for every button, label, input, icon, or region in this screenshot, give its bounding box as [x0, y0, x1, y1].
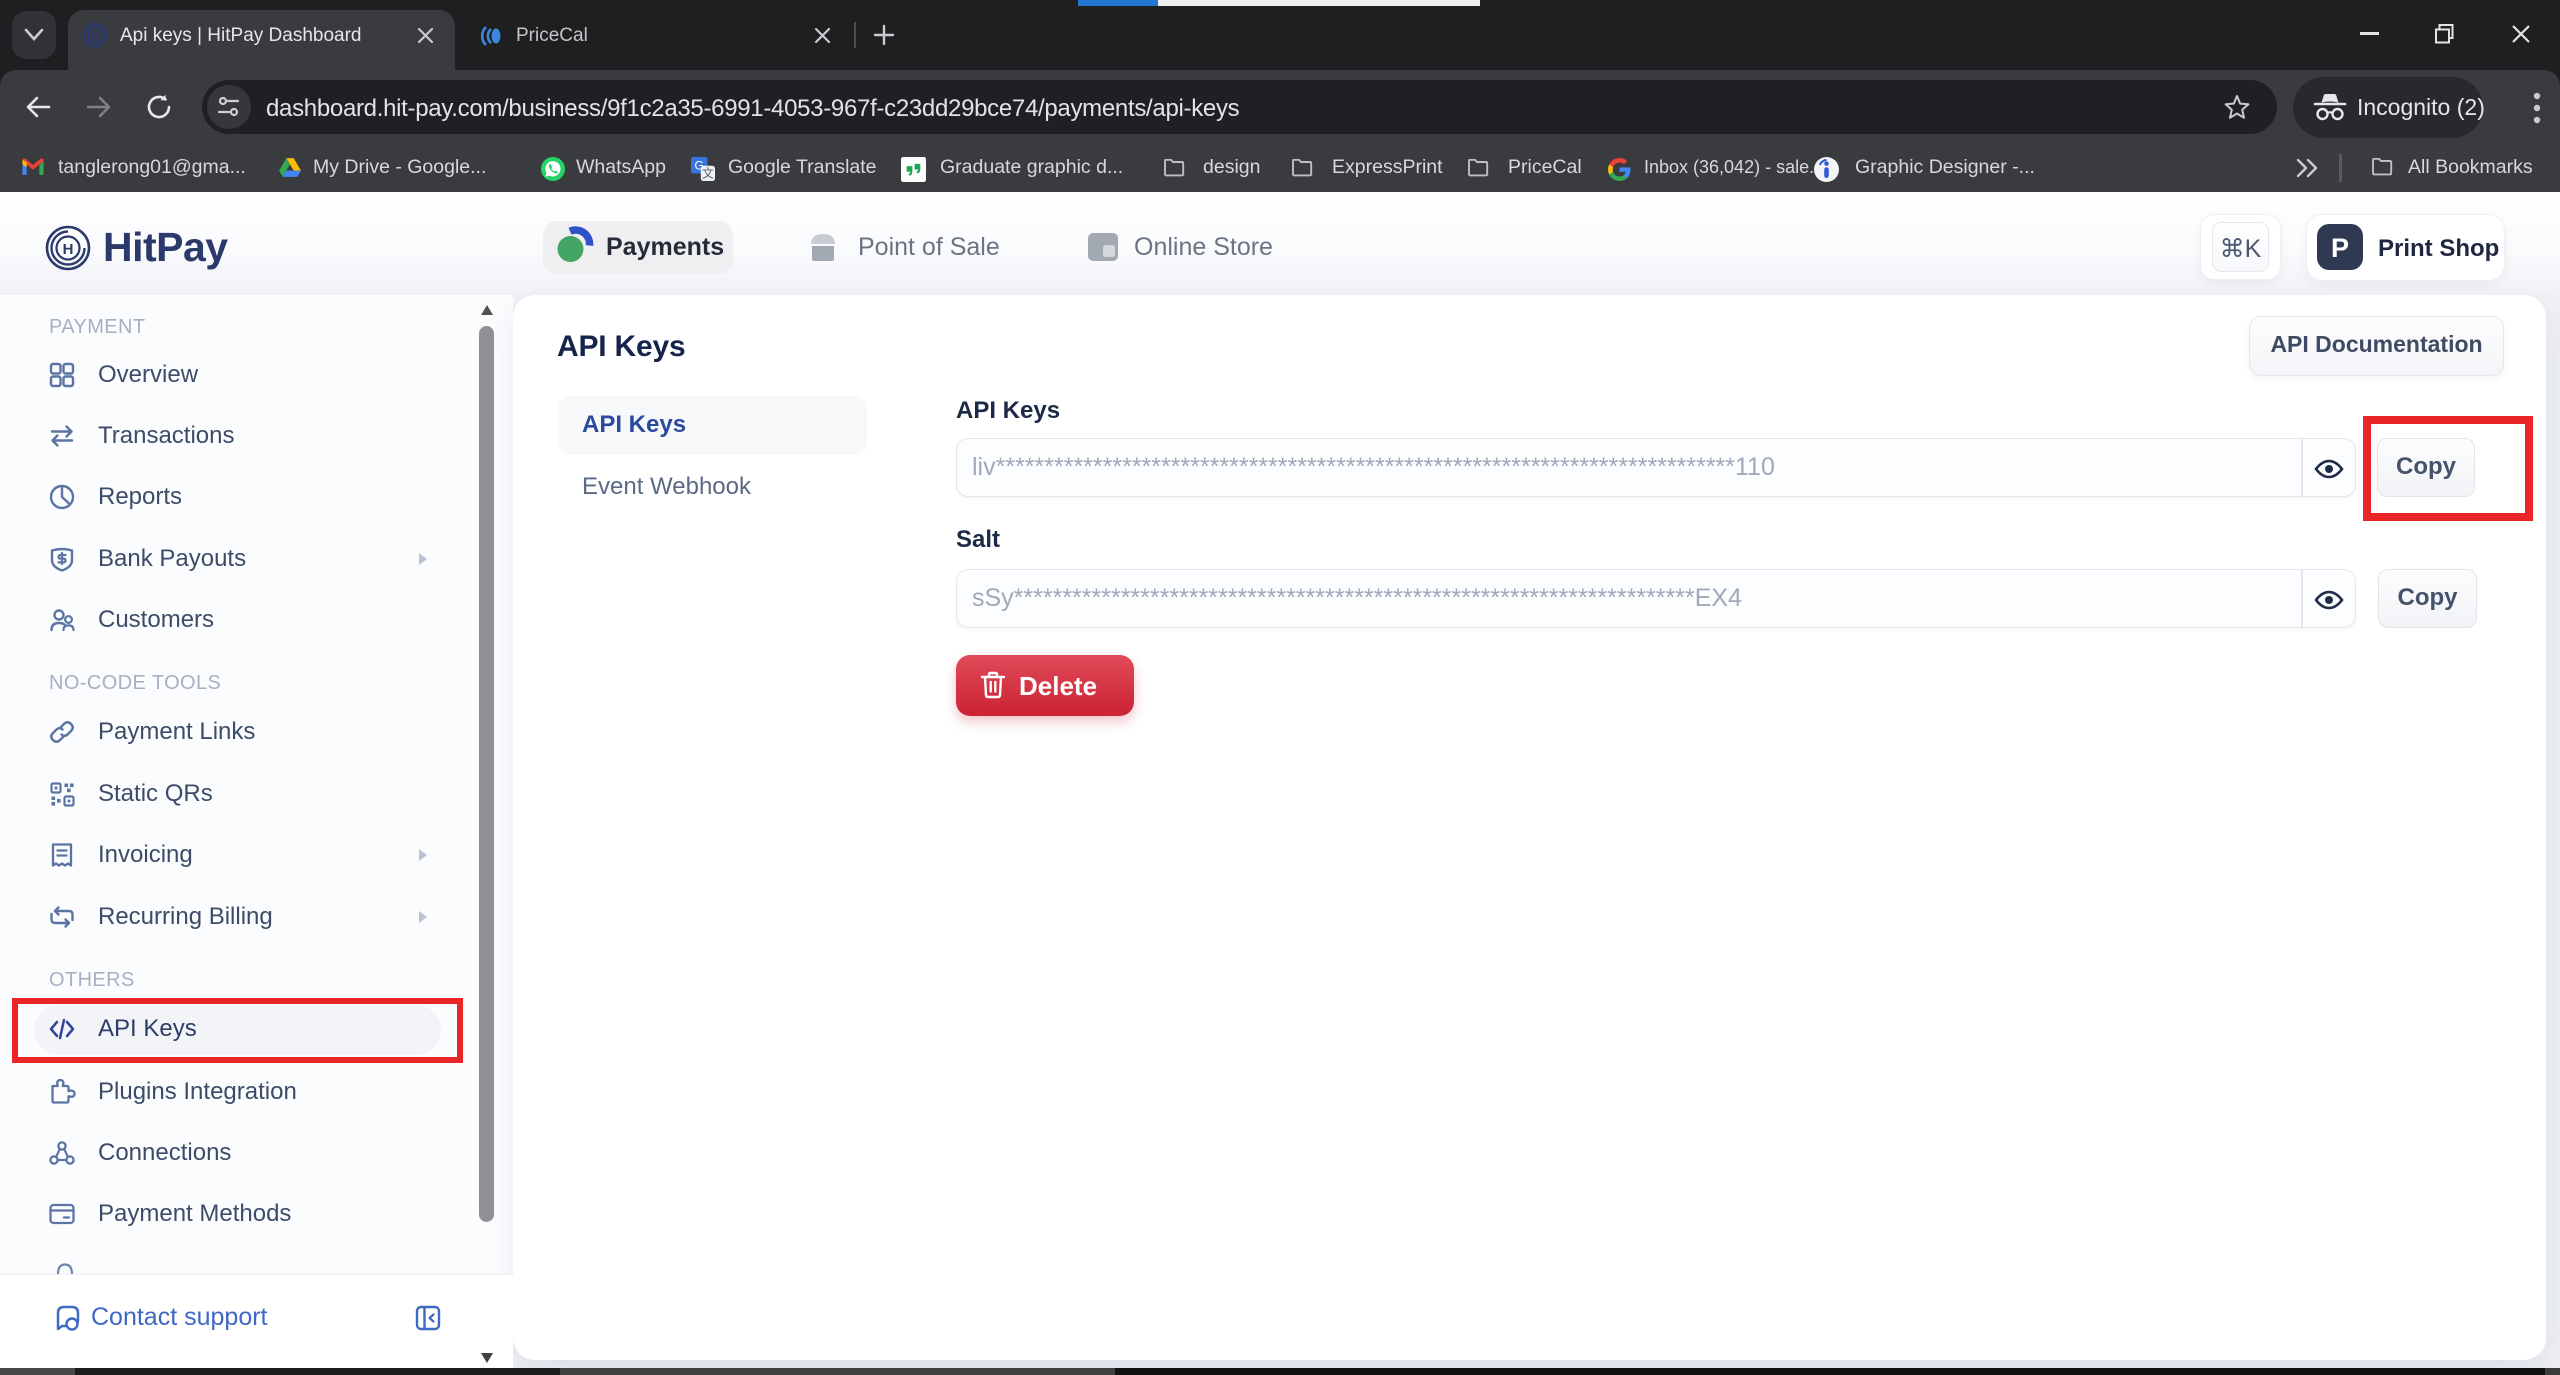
svg-text:H: H [91, 31, 99, 43]
svg-text:H: H [63, 241, 74, 258]
svg-text:文: 文 [702, 166, 714, 181]
